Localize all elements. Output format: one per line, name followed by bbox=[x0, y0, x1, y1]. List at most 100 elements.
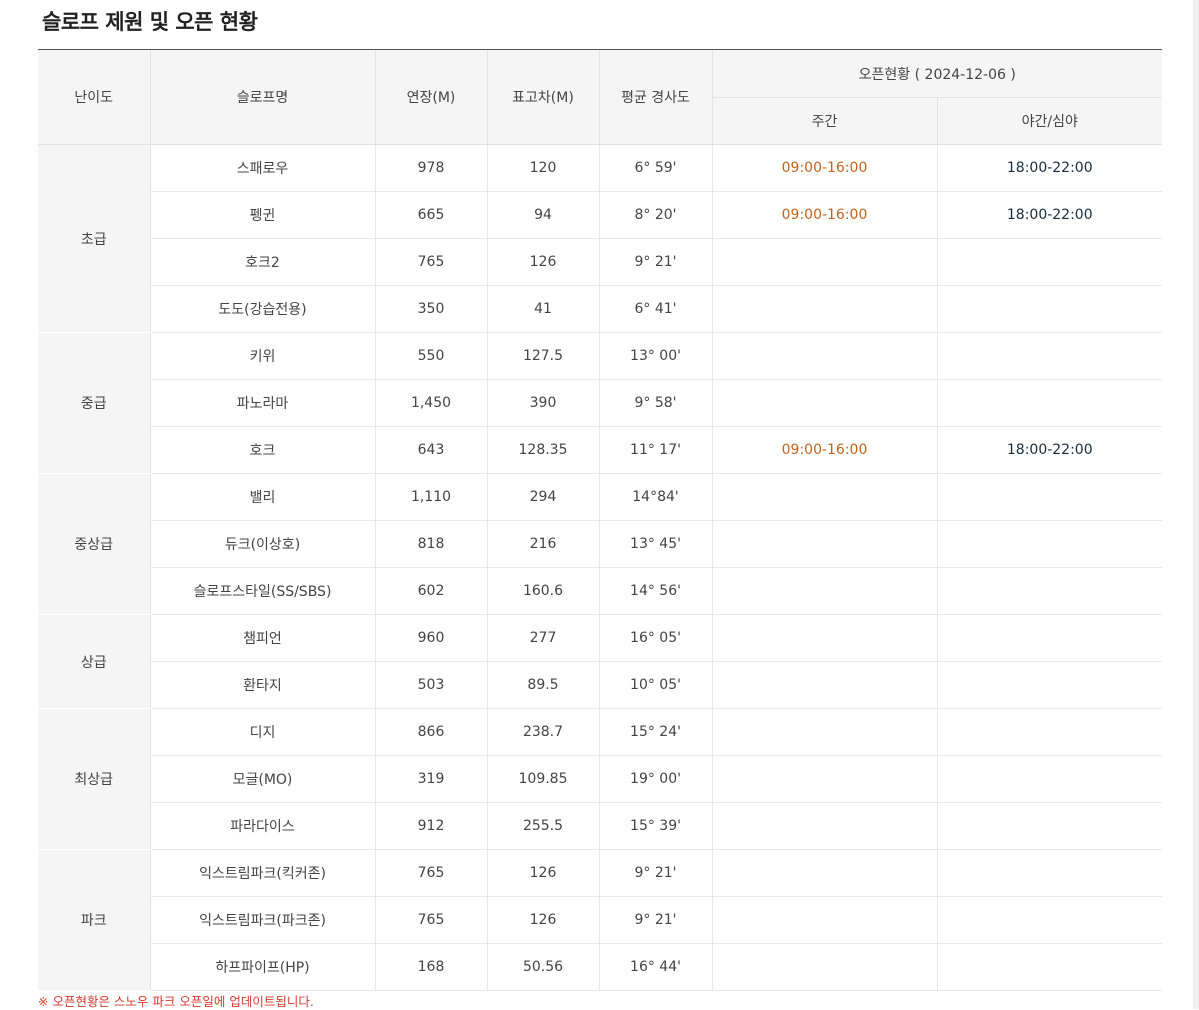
night-hours-cell bbox=[937, 473, 1162, 521]
table-row: 환타지 503 89.5 10° 05' bbox=[38, 661, 1162, 709]
night-hours-cell bbox=[937, 896, 1162, 944]
length-cell: 168 bbox=[375, 943, 488, 991]
elevation-cell: 277 bbox=[487, 614, 600, 662]
elevation-cell: 294 bbox=[487, 473, 600, 521]
elevation-cell: 89.5 bbox=[487, 661, 600, 709]
scrollbar-track[interactable] bbox=[1193, 0, 1199, 1009]
slope-name-cell: 환타지 bbox=[150, 661, 376, 709]
elevation-cell: 127.5 bbox=[487, 332, 600, 380]
slope-table: 난이도 슬로프명 연장(M) 표고차(M) 평균 경사도 오픈현황 ( 2024… bbox=[38, 50, 1162, 991]
elevation-cell: 238.7 bbox=[487, 708, 600, 756]
table-row: 펭귄 665 94 8° 20' 09:00-16:00 18:00-22:00 bbox=[38, 191, 1162, 239]
slope-name-cell: 도도(강습전용) bbox=[150, 285, 376, 333]
slope-name-cell: 파라다이스 bbox=[150, 802, 376, 850]
header-day: 주간 bbox=[712, 97, 938, 145]
night-hours-cell bbox=[937, 520, 1162, 568]
length-cell: 765 bbox=[375, 849, 488, 897]
length-cell: 866 bbox=[375, 708, 488, 756]
day-hours-cell bbox=[712, 285, 938, 333]
avg-slope-cell: 15° 24' bbox=[599, 708, 713, 756]
elevation-cell: 126 bbox=[487, 896, 600, 944]
header-night: 야간/심야 bbox=[937, 97, 1162, 145]
avg-slope-cell: 9° 21' bbox=[599, 238, 713, 286]
avg-slope-cell: 14°84' bbox=[599, 473, 713, 521]
header-level: 난이도 bbox=[38, 50, 151, 145]
level-cell: 초급 bbox=[38, 144, 151, 333]
day-hours-cell bbox=[712, 661, 938, 709]
page-title: 슬로프 제원 및 오픈 현황 bbox=[42, 10, 258, 34]
day-hours-cell: 09:00-16:00 bbox=[712, 144, 938, 192]
slope-name-cell: 슬로프스타일(SS/SBS) bbox=[150, 567, 376, 615]
avg-slope-cell: 9° 21' bbox=[599, 849, 713, 897]
slope-name-cell: 호크 bbox=[150, 426, 376, 474]
day-hours-cell bbox=[712, 896, 938, 944]
length-cell: 550 bbox=[375, 332, 488, 380]
slope-name-cell: 디지 bbox=[150, 708, 376, 756]
elevation-cell: 390 bbox=[487, 379, 600, 427]
table-row: 초급 스패로우 978 120 6° 59' 09:00-16:00 18:00-22:00 bbox=[38, 144, 1162, 333]
table-row: 중급 키위 550 127.5 13° 00' bbox=[38, 332, 1162, 474]
elevation-cell: 109.85 bbox=[487, 755, 600, 803]
slope-name-cell: 스패로우 bbox=[150, 144, 376, 192]
day-hours-cell: 09:00-16:00 bbox=[712, 191, 938, 239]
slope-name-cell: 파노라마 bbox=[150, 379, 376, 427]
avg-slope-cell: 13° 00' bbox=[599, 332, 713, 380]
length-cell: 602 bbox=[375, 567, 488, 615]
night-hours-cell bbox=[937, 332, 1162, 380]
night-hours-cell: 18:00-22:00 bbox=[937, 144, 1162, 192]
header-length: 연장(M) bbox=[375, 50, 488, 145]
length-cell: 319 bbox=[375, 755, 488, 803]
slope-name-cell: 키위 bbox=[150, 332, 376, 380]
length-cell: 665 bbox=[375, 191, 488, 239]
level-cell: 상급 bbox=[38, 614, 151, 709]
update-notice: ※ 오픈현황은 스노우 파크 오픈일에 업데이트됩니다. bbox=[38, 994, 314, 1009]
day-hours-cell bbox=[712, 755, 938, 803]
table-row: 최상급 디지 866 238.7 15° 24' bbox=[38, 708, 1162, 850]
night-hours-cell bbox=[937, 849, 1162, 897]
level-cell: 파크 bbox=[38, 849, 151, 991]
avg-slope-cell: 9° 58' bbox=[599, 379, 713, 427]
length-cell: 818 bbox=[375, 520, 488, 568]
slope-name-cell: 하프파이프(HP) bbox=[150, 943, 376, 991]
day-hours-cell bbox=[712, 802, 938, 850]
elevation-cell: 216 bbox=[487, 520, 600, 568]
day-hours-cell bbox=[712, 943, 938, 991]
table-row: 파노라마 1,450 390 9° 58' bbox=[38, 379, 1162, 427]
avg-slope-cell: 11° 17' bbox=[599, 426, 713, 474]
night-hours-cell bbox=[937, 614, 1162, 662]
slope-name-cell: 밸리 bbox=[150, 473, 376, 521]
elevation-cell: 41 bbox=[487, 285, 600, 333]
day-hours-cell bbox=[712, 238, 938, 286]
day-hours-cell: 09:00-16:00 bbox=[712, 426, 938, 474]
night-hours-cell bbox=[937, 708, 1162, 756]
avg-slope-cell: 6° 59' bbox=[599, 144, 713, 192]
day-hours-cell bbox=[712, 379, 938, 427]
night-hours-cell: 18:00-22:00 bbox=[937, 191, 1162, 239]
slope-name-cell: 챔피언 bbox=[150, 614, 376, 662]
night-hours-cell bbox=[937, 755, 1162, 803]
elevation-cell: 160.6 bbox=[487, 567, 600, 615]
length-cell: 765 bbox=[375, 896, 488, 944]
avg-slope-cell: 9° 21' bbox=[599, 896, 713, 944]
table-row: 익스트림파크(파크존) 765 126 9° 21' bbox=[38, 896, 1162, 944]
day-hours-cell bbox=[712, 567, 938, 615]
elevation-cell: 50.56 bbox=[487, 943, 600, 991]
length-cell: 350 bbox=[375, 285, 488, 333]
day-hours-cell bbox=[712, 708, 938, 756]
night-hours-cell bbox=[937, 285, 1162, 333]
header-avg-slope: 평균 경사도 bbox=[599, 50, 713, 145]
day-hours-cell bbox=[712, 849, 938, 897]
avg-slope-cell: 13° 45' bbox=[599, 520, 713, 568]
day-hours-cell bbox=[712, 614, 938, 662]
length-cell: 978 bbox=[375, 144, 488, 192]
header-open-status: 오픈현황 ( 2024-12-06 ) bbox=[712, 50, 1162, 98]
night-hours-cell: 18:00-22:00 bbox=[937, 426, 1162, 474]
avg-slope-cell: 15° 39' bbox=[599, 802, 713, 850]
elevation-cell: 126 bbox=[487, 238, 600, 286]
header-slope-name: 슬로프명 bbox=[150, 50, 376, 145]
table-row: 파크 익스트림파크(킥커존) 765 126 9° 21' bbox=[38, 849, 1162, 991]
table-body: 초급 스패로우 978 120 6° 59' 09:00-16:00 18:00-22:00… bbox=[38, 144, 1162, 991]
table-row: 호크2 765 126 9° 21' bbox=[38, 238, 1162, 286]
elevation-cell: 126 bbox=[487, 849, 600, 897]
avg-slope-cell: 8° 20' bbox=[599, 191, 713, 239]
